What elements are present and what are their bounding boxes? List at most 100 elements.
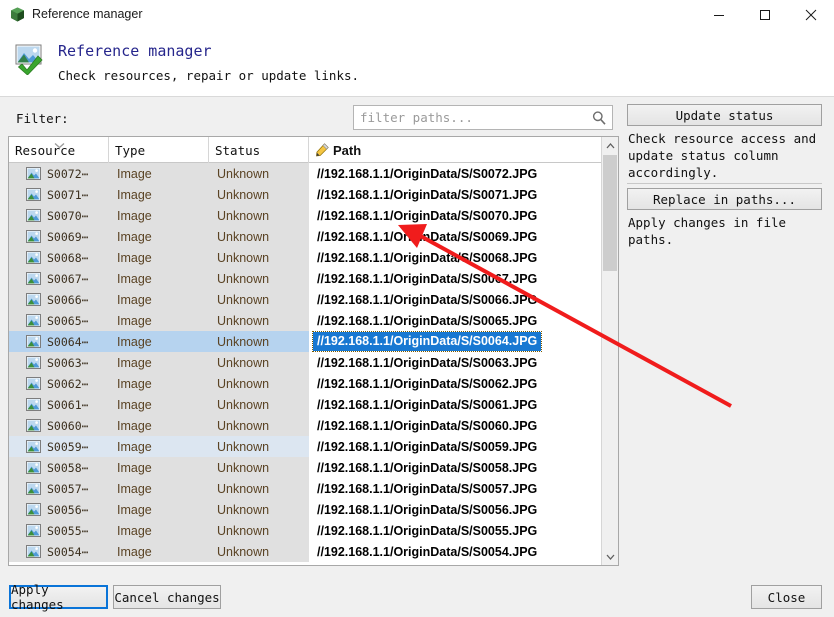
cell-path[interactable]: //192.168.1.1/OriginData/S/S0058.JPG	[309, 457, 618, 478]
cell-resource: S0069⋯	[9, 226, 109, 247]
cell-path-text: //192.168.1.1/OriginData/S/S0056.JPG	[309, 503, 537, 517]
cell-resource-text: S0055⋯	[9, 524, 89, 538]
cell-path[interactable]: //192.168.1.1/OriginData/S/S0070.JPG	[309, 205, 618, 226]
close-button-footer[interactable]: Close	[751, 585, 822, 609]
cell-resource: S0061⋯	[9, 394, 109, 415]
table-row[interactable]: S0065⋯ImageUnknown//192.168.1.1/OriginDa…	[9, 310, 618, 331]
cell-resource-text: S0064⋯	[9, 335, 89, 349]
update-status-button[interactable]: Update status	[627, 104, 822, 126]
cell-resource: S0054⋯	[9, 541, 109, 562]
resource-table[interactable]: Resource Type Status Path S0072⋯ImageU	[8, 136, 619, 566]
cell-resource-text: S0069⋯	[9, 230, 89, 244]
cell-status: Unknown	[209, 310, 309, 331]
cell-path[interactable]: //192.168.1.1/OriginData/S/S0054.JPG	[309, 541, 618, 562]
column-header-status[interactable]: Status	[209, 137, 309, 163]
cell-type-text: Image	[109, 356, 152, 370]
cell-status-text: Unknown	[209, 503, 269, 517]
maximize-button[interactable]	[742, 0, 788, 30]
cell-path[interactable]: //192.168.1.1/OriginData/S/S0064.JPG	[309, 331, 618, 352]
cell-resource-text: S0071⋯	[9, 188, 89, 202]
table-row[interactable]: S0069⋯ImageUnknown//192.168.1.1/OriginDa…	[9, 226, 618, 247]
cell-path-text: //192.168.1.1/OriginData/S/S0070.JPG	[309, 209, 537, 223]
cell-status: Unknown	[209, 268, 309, 289]
cell-path-text: //192.168.1.1/OriginData/S/S0072.JPG	[309, 167, 537, 181]
cell-path[interactable]: //192.168.1.1/OriginData/S/S0059.JPG	[309, 436, 618, 457]
cell-path[interactable]: //192.168.1.1/OriginData/S/S0065.JPG	[309, 310, 618, 331]
table-row[interactable]: S0054⋯ImageUnknown//192.168.1.1/OriginDa…	[9, 541, 618, 562]
cell-type: Image	[109, 247, 209, 268]
apply-changes-button[interactable]: Apply changes	[9, 585, 108, 609]
image-thumb-icon	[26, 482, 41, 495]
cell-path[interactable]: //192.168.1.1/OriginData/S/S0068.JPG	[309, 247, 618, 268]
cell-path[interactable]: //192.168.1.1/OriginData/S/S0072.JPG	[309, 163, 618, 184]
cell-path[interactable]: //192.168.1.1/OriginData/S/S0056.JPG	[309, 499, 618, 520]
cell-path[interactable]: //192.168.1.1/OriginData/S/S0057.JPG	[309, 478, 618, 499]
cell-path[interactable]: //192.168.1.1/OriginData/S/S0055.JPG	[309, 520, 618, 541]
cell-path-text: //192.168.1.1/OriginData/S/S0065.JPG	[309, 314, 537, 328]
scroll-down-button[interactable]	[602, 548, 618, 565]
cell-status-text: Unknown	[209, 167, 269, 181]
cell-type-text: Image	[109, 482, 152, 496]
cell-resource: S0055⋯	[9, 520, 109, 541]
table-row[interactable]: S0058⋯ImageUnknown//192.168.1.1/OriginDa…	[9, 457, 618, 478]
minimize-button[interactable]	[696, 0, 742, 30]
cell-path[interactable]: //192.168.1.1/OriginData/S/S0067.JPG	[309, 268, 618, 289]
table-row[interactable]: S0063⋯ImageUnknown//192.168.1.1/OriginDa…	[9, 352, 618, 373]
cell-resource-text: S0063⋯	[9, 356, 89, 370]
header-subtitle: Check resources, repair or update links.	[58, 68, 359, 83]
cell-type: Image	[109, 457, 209, 478]
cancel-changes-button[interactable]: Cancel changes	[113, 585, 221, 609]
image-thumb-icon	[26, 230, 41, 243]
cell-status: Unknown	[209, 247, 309, 268]
cell-resource: S0064⋯	[9, 331, 109, 352]
cell-path[interactable]: //192.168.1.1/OriginData/S/S0069.JPG	[309, 226, 618, 247]
table-row[interactable]: S0064⋯ ImageUnknown //192.168.1.1/OriginDa…	[9, 331, 618, 352]
cell-path[interactable]: //192.168.1.1/OriginData/S/S0063.JPG	[309, 352, 618, 373]
table-row[interactable]: S0062⋯ImageUnknown//192.168.1.1/OriginDa…	[9, 373, 618, 394]
table-vertical-scrollbar[interactable]	[601, 137, 618, 565]
close-button[interactable]	[788, 0, 834, 30]
table-row[interactable]: S0059⋯ImageUnknown//192.168.1.1/OriginDa…	[9, 436, 618, 457]
cell-status: Unknown	[209, 478, 309, 499]
cell-path[interactable]: //192.168.1.1/OriginData/S/S0062.JPG	[309, 373, 618, 394]
cell-resource-text: S0060⋯	[9, 419, 89, 433]
cell-path-text: //192.168.1.1/OriginData/S/S0063.JPG	[309, 356, 537, 370]
search-icon[interactable]	[591, 110, 607, 126]
cell-path[interactable]: //192.168.1.1/OriginData/S/S0061.JPG	[309, 394, 618, 415]
column-header-resource[interactable]: Resource	[9, 137, 109, 163]
table-row[interactable]: S0071⋯ImageUnknown//192.168.1.1/OriginDa…	[9, 184, 618, 205]
filter-input[interactable]: filter paths...	[353, 105, 613, 130]
table-row[interactable]: S0060⋯ImageUnknown//192.168.1.1/OriginDa…	[9, 415, 618, 436]
cell-status-text: Unknown	[209, 335, 269, 349]
cell-status: Unknown	[209, 289, 309, 310]
scrollbar-thumb[interactable]	[603, 155, 617, 271]
cell-path-text: //192.168.1.1/OriginData/S/S0071.JPG	[309, 188, 537, 202]
table-row[interactable]: S0072⋯ImageUnknown//192.168.1.1/OriginDa…	[9, 163, 618, 184]
cell-type: Image	[109, 205, 209, 226]
table-row[interactable]: S0067⋯ImageUnknown//192.168.1.1/OriginDa…	[9, 268, 618, 289]
column-header-path[interactable]: Path	[309, 137, 601, 163]
table-row[interactable]: S0061⋯ImageUnknown//192.168.1.1/OriginDa…	[9, 394, 618, 415]
table-row[interactable]: S0055⋯ImageUnknown//192.168.1.1/OriginDa…	[9, 520, 618, 541]
window-title: Reference manager	[32, 7, 142, 21]
scroll-up-button[interactable]	[602, 137, 618, 154]
side-panel-separator	[627, 183, 822, 184]
cell-type: Image	[109, 226, 209, 247]
cell-path[interactable]: //192.168.1.1/OriginData/S/S0060.JPG	[309, 415, 618, 436]
column-header-type[interactable]: Type	[109, 137, 209, 163]
cell-resource: S0072⋯	[9, 163, 109, 184]
table-row[interactable]: S0057⋯ImageUnknown//192.168.1.1/OriginDa…	[9, 478, 618, 499]
cell-type: Image	[109, 331, 209, 352]
table-body[interactable]: S0072⋯ImageUnknown//192.168.1.1/OriginDa…	[9, 163, 618, 565]
replace-in-paths-button[interactable]: Replace in paths...	[627, 188, 822, 210]
table-row[interactable]: S0066⋯ImageUnknown//192.168.1.1/OriginDa…	[9, 289, 618, 310]
cell-path[interactable]: //192.168.1.1/OriginData/S/S0071.JPG	[309, 184, 618, 205]
cell-path-text: //192.168.1.1/OriginData/S/S0058.JPG	[309, 461, 537, 475]
table-row[interactable]: S0068⋯ImageUnknown//192.168.1.1/OriginDa…	[9, 247, 618, 268]
table-row[interactable]: S0056⋯ImageUnknown//192.168.1.1/OriginDa…	[9, 499, 618, 520]
cell-path[interactable]: //192.168.1.1/OriginData/S/S0066.JPG	[309, 289, 618, 310]
table-header-row: Resource Type Status Path	[9, 137, 618, 163]
table-row[interactable]: S0070⋯ImageUnknown//192.168.1.1/OriginDa…	[9, 205, 618, 226]
cell-resource: S0060⋯	[9, 415, 109, 436]
cancel-changes-label: Cancel changes	[114, 590, 219, 605]
